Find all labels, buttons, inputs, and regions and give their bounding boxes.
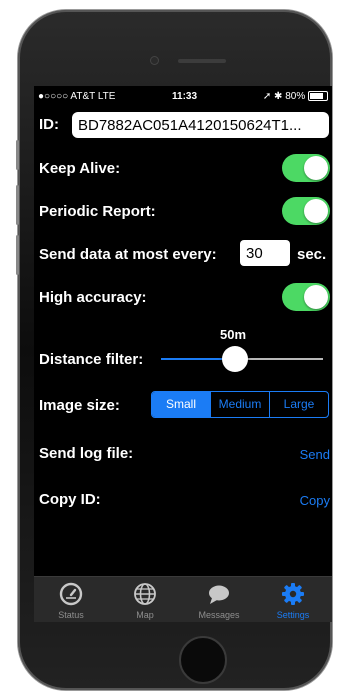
high-accuracy-toggle[interactable]	[282, 283, 330, 311]
speech-bubble-icon	[209, 585, 229, 604]
tab-settings[interactable]: Settings	[256, 577, 330, 622]
send-log-button[interactable]: Send	[300, 447, 330, 462]
clock: 11:33	[172, 91, 198, 102]
periodic-report-label: Periodic Report:	[39, 203, 156, 220]
image-size-small[interactable]: Small	[152, 392, 210, 417]
keep-alive-toggle[interactable]	[282, 154, 330, 182]
globe-icon	[134, 583, 156, 605]
tab-map-label: Map	[136, 610, 154, 620]
tab-map[interactable]: Map	[108, 577, 182, 622]
tab-status-label: Status	[58, 610, 84, 620]
gear-icon	[282, 583, 304, 605]
tab-messages[interactable]: Messages	[182, 577, 256, 622]
carrier-label: ●○○○○ AT&T LTE	[38, 91, 116, 102]
send-data-unit: sec.	[297, 246, 327, 263]
battery-icon	[308, 91, 328, 102]
copy-id-button[interactable]: Copy	[300, 493, 330, 508]
send-log-label: Send log file:	[39, 445, 134, 462]
periodic-report-toggle[interactable]	[282, 197, 330, 225]
image-size-large[interactable]: Large	[269, 392, 328, 417]
send-interval-input[interactable]	[240, 240, 290, 266]
volume-button	[16, 185, 19, 225]
tab-settings-label: Settings	[276, 610, 310, 620]
status-bar: ●○○○○ AT&T LTE 11:33 ➚ ✱ 80%	[34, 86, 332, 108]
battery-label: ➚ ✱ 80%	[262, 91, 306, 102]
distance-filter-label: Distance filter:	[39, 351, 144, 368]
camera-icon	[150, 56, 159, 65]
slider-track-empty	[235, 358, 323, 360]
battery-status: ➚ ✱ 80%	[263, 91, 328, 102]
tab-status[interactable]: Status	[34, 577, 108, 622]
tab-messages-label: Messages	[198, 610, 240, 620]
copy-id-label: Copy ID:	[39, 491, 101, 508]
home-button[interactable]	[179, 636, 227, 684]
send-data-label: Send data at most every:	[39, 246, 217, 263]
keep-alive-label: Keep Alive:	[39, 160, 121, 177]
distance-filter-value: 50m	[220, 327, 247, 342]
image-size-label: Image size:	[39, 397, 120, 414]
speaker-grille	[178, 59, 226, 63]
tab-bar: Status Map Messages Settings	[34, 576, 332, 622]
image-size-segmented-control: Small Medium Large	[151, 391, 329, 418]
id-field[interactable]	[72, 112, 329, 138]
app-screen: ●○○○○ AT&T LTE 11:33 ➚ ✱ 80% ID: Keep Al…	[34, 86, 332, 622]
id-label: ID:	[39, 116, 59, 133]
side-button	[16, 140, 19, 170]
image-size-medium[interactable]: Medium	[210, 392, 269, 417]
volume-button	[16, 235, 19, 275]
gauge-icon	[59, 582, 83, 606]
distance-filter-slider-thumb[interactable]	[222, 346, 248, 372]
high-accuracy-label: High accuracy:	[39, 289, 147, 306]
